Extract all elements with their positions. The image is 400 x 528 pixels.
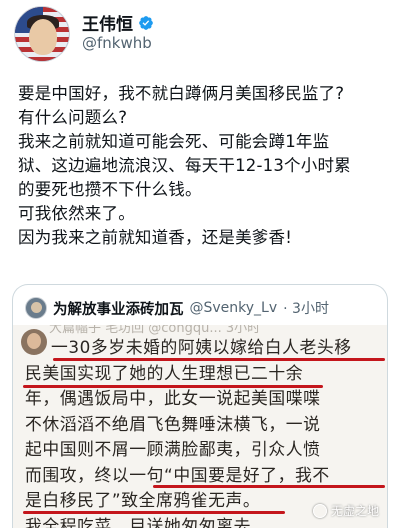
author-name[interactable]: 王伟恒 — [82, 10, 133, 35]
image-text-line: 年，偶遇饭局中，此女一说起美国喋喋 — [25, 388, 321, 408]
red-underline — [153, 485, 385, 488]
quoted-tweet-header: 为解放事业添砖加瓦 @Svenky_Lv · 3小时 — [25, 297, 329, 319]
red-underline — [23, 385, 323, 388]
verified-badge-icon — [139, 15, 153, 30]
quoted-author-handle[interactable]: @Svenky_Lv — [190, 300, 278, 316]
author-handle[interactable]: @fnkwhb — [82, 34, 152, 52]
image-text-line: 民美国实现了她的人生理想已二十余 — [25, 362, 304, 383]
tweet-line: 的要死也攒不下什么钱。 — [18, 180, 202, 199]
image-text-line: 不休滔滔不绝眉飞色舞唾沫横飞，一说 — [25, 413, 321, 434]
faded-header-text: 大篇幅子 毛坊回 @congqu... 3小时 — [49, 325, 261, 335]
tweet-header: 王伟恒 @fnkwhb — [12, 4, 388, 64]
tweet-line: 可我依然来了。 — [18, 204, 135, 223]
image-text: 一30多岁未婚的阿姨以嫁给白人老头移 民美国实现了她的人生理想已二十余 年，偶遇… — [25, 335, 385, 528]
quoted-image[interactable]: 大篇幅子 毛坊回 @congqu... 3小时 一30多岁未婚的阿姨以嫁给白人老… — [13, 325, 387, 528]
quoted-tweet[interactable]: 为解放事业添砖加瓦 @Svenky_Lv · 3小时 大篇幅子 毛坊回 @con… — [12, 284, 388, 528]
tweet-line: 因为我来之前就知道香，还是美爹香! — [18, 228, 293, 247]
author-avatar[interactable] — [14, 6, 70, 62]
red-underline — [23, 511, 285, 514]
image-text-line: 起中国则不屑一顾满脸鄙夷，引众人愤 — [25, 439, 321, 459]
red-underline — [53, 358, 385, 361]
author-name-row: 王伟恒 — [82, 10, 154, 35]
tweet-line: 有什么问题么? — [18, 108, 128, 127]
quoted-tweet-time: · 3小时 — [283, 301, 329, 317]
quoted-author-name[interactable]: 为解放事业添砖加瓦 — [53, 298, 184, 319]
tweet-line: 要是中国好，我不就白蹲俩月美国移民监了? — [18, 84, 345, 103]
watermark: 无虚之地 — [312, 502, 379, 519]
watermark-icon — [312, 503, 327, 518]
image-text-line: 一30多岁未婚的阿姨以嫁给白人老头移 — [51, 337, 352, 357]
tweet-line: 狱、这边遍地流浪汉、每天干12-13个小时累 — [18, 156, 351, 175]
quoted-author-avatar[interactable] — [25, 297, 47, 319]
tweet-body: 要是中国好，我不就白蹲俩月美国移民监了? 有什么问题么? 我来之前就知道可能会死… — [18, 82, 388, 250]
tweet-line: 我来之前就知道可能会死、可能会蹲1年监 — [18, 132, 330, 151]
watermark-text: 无虚之地 — [330, 504, 379, 518]
